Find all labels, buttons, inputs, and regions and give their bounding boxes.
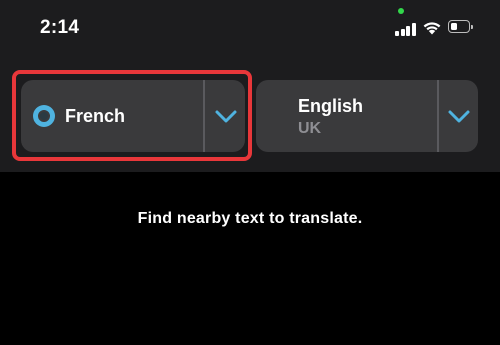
header-panel: 2:14 French English UK — [0, 0, 500, 172]
target-language-button[interactable]: English UK — [256, 80, 478, 152]
source-language-button[interactable]: French — [21, 80, 245, 152]
chevron-down-icon[interactable] — [214, 107, 238, 125]
cellular-signal-icon — [395, 22, 417, 36]
wifi-icon — [423, 22, 441, 35]
divider — [437, 80, 439, 152]
divider — [203, 80, 205, 152]
chevron-down-icon[interactable] — [447, 107, 471, 125]
target-language-region: UK — [298, 120, 322, 137]
status-time: 2:14 — [40, 17, 80, 38]
translate-prompt: Find nearby text to translate. — [137, 210, 363, 227]
translate-screen: 2:14 French English UK Find nearby text … — [0, 0, 500, 345]
target-language-name: English — [298, 96, 364, 116]
source-language-name: French — [65, 106, 126, 126]
camera-in-use-indicator — [398, 8, 404, 14]
battery-level-fill — [451, 23, 457, 30]
battery-icon — [448, 20, 474, 34]
radio-dot-icon — [33, 105, 55, 127]
